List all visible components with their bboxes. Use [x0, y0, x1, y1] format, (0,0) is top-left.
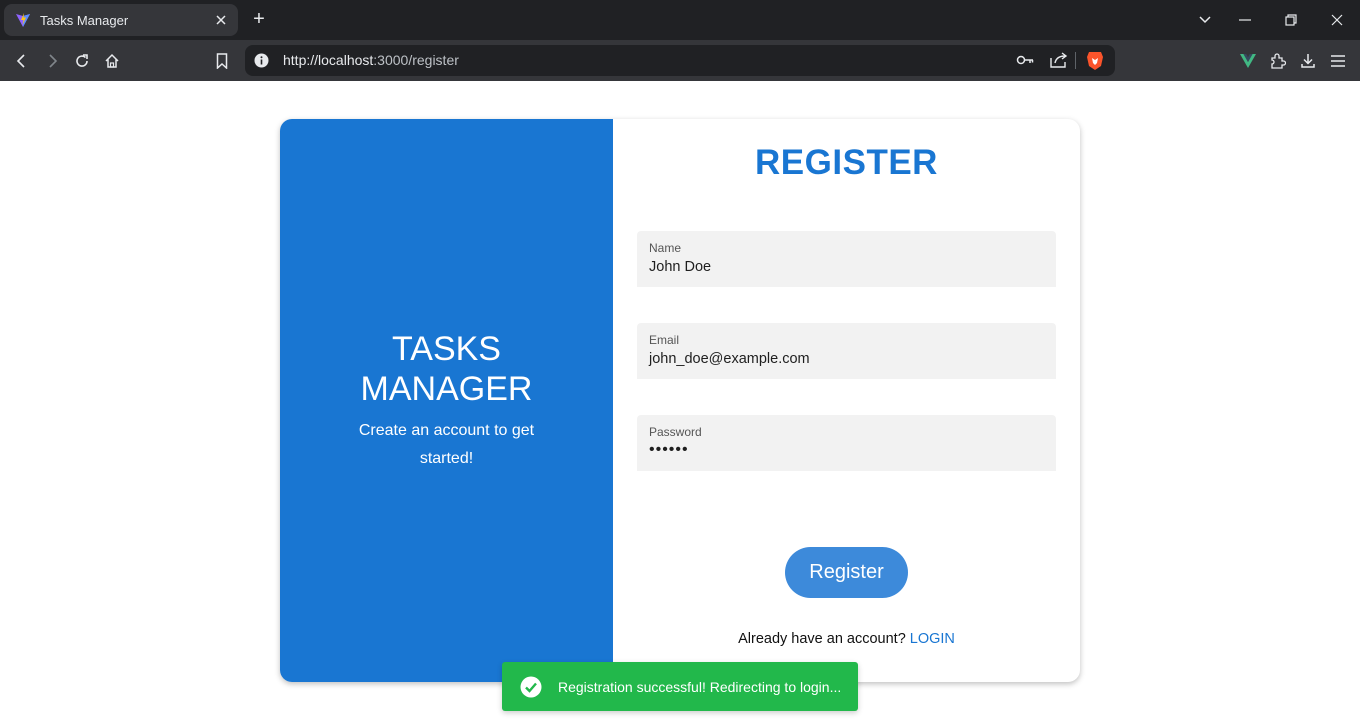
name-field[interactable]: Name John Doe — [637, 231, 1056, 287]
bookmark-icon[interactable] — [210, 49, 234, 73]
download-icon[interactable] — [1296, 49, 1320, 73]
back-icon[interactable] — [10, 49, 34, 73]
plus-icon[interactable]: + — [248, 8, 270, 30]
login-link[interactable]: LOGIN — [910, 631, 955, 647]
extensions-icon[interactable] — [1266, 49, 1290, 73]
register-card: TASKS MANAGER Create an account to get s… — [280, 119, 1080, 682]
site-info-icon[interactable] — [254, 53, 269, 73]
brave-shield-icon[interactable] — [1086, 51, 1104, 76]
vite-favicon-icon — [14, 11, 32, 29]
app-title: TASKS MANAGER — [360, 330, 533, 408]
chevron-down-icon[interactable] — [1193, 8, 1217, 32]
login-prompt-row: Already have an account? LOGIN — [613, 631, 1080, 647]
welcome-panel: TASKS MANAGER Create an account to get s… — [280, 119, 613, 682]
login-prompt: Already have an account? — [738, 631, 906, 647]
welcome-subtitle: Create an account to get started! — [358, 422, 535, 467]
close-icon[interactable] — [212, 11, 230, 29]
browser-toolbar: http://localhost:3000/register — [0, 40, 1360, 81]
key-icon[interactable] — [1016, 53, 1034, 72]
email-value[interactable]: john_doe@example.com — [649, 351, 810, 367]
reload-icon[interactable] — [70, 49, 94, 73]
name-label: Name — [649, 241, 682, 255]
forward-icon[interactable] — [40, 49, 64, 73]
url-text[interactable]: http://localhost:3000/register — [283, 52, 459, 68]
browser-tab-bar: Tasks Manager + — [0, 0, 1360, 40]
form-heading: REGISTER — [755, 143, 938, 182]
register-button[interactable]: Register — [785, 547, 908, 598]
email-label: Email — [649, 333, 680, 347]
success-toast[interactable]: Registration successful! Redirecting to … — [502, 662, 858, 711]
vue-devtools-icon[interactable] — [1236, 49, 1260, 73]
minimize-icon[interactable] — [1233, 8, 1257, 32]
home-icon[interactable] — [100, 49, 124, 73]
check-circle-icon — [520, 676, 542, 698]
password-field[interactable]: Password •••••• — [637, 415, 1056, 471]
address-bar[interactable]: http://localhost:3000/register — [245, 45, 1115, 76]
toast-message: Registration successful! Redirecting to … — [558, 679, 842, 695]
password-value[interactable]: •••••• — [649, 441, 689, 459]
email-field[interactable]: Email john_doe@example.com — [637, 323, 1056, 379]
browser-tab[interactable]: Tasks Manager — [4, 4, 238, 36]
password-label: Password — [649, 425, 702, 439]
share-icon[interactable] — [1050, 52, 1068, 73]
close-window-icon[interactable] — [1325, 8, 1349, 32]
divider — [1075, 52, 1076, 69]
restore-icon[interactable] — [1279, 8, 1303, 32]
name-value[interactable]: John Doe — [649, 259, 711, 275]
tab-title: Tasks Manager — [40, 12, 129, 28]
menu-icon[interactable] — [1326, 49, 1350, 73]
